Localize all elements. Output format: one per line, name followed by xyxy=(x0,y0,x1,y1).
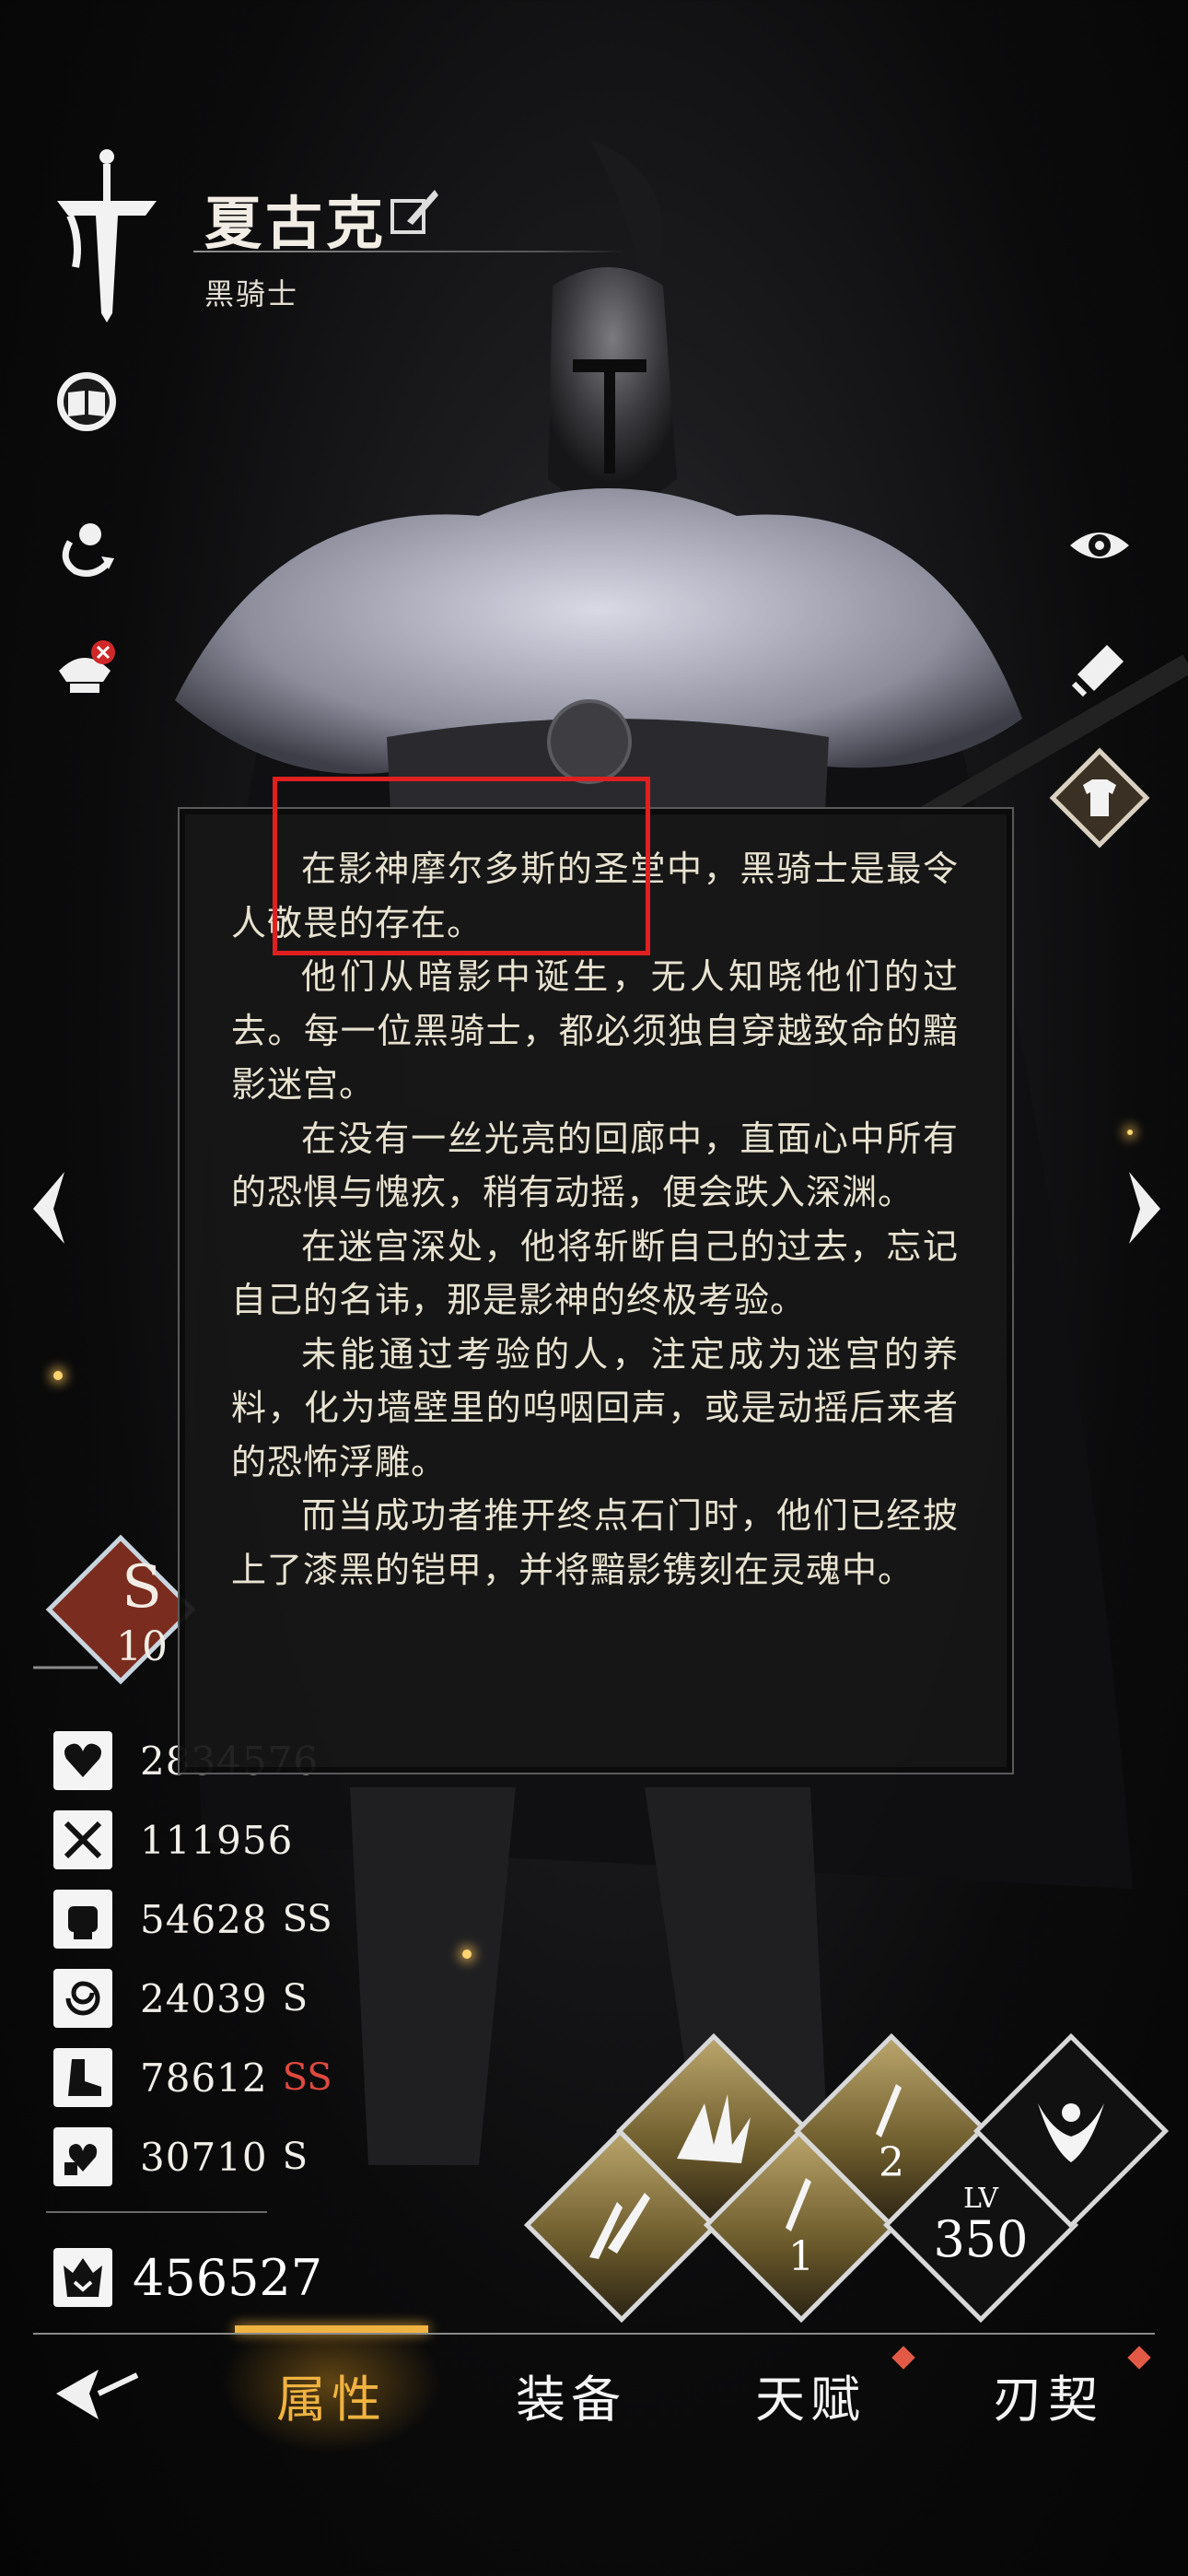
stat-value: 54628 xyxy=(140,1896,268,1942)
back-button[interactable] xyxy=(37,2335,157,2454)
stat-row-agility: 24039 S xyxy=(53,1966,308,2031)
lore-paragraph: 他们从暗影中诞生，无人知晓他们的过去。每一位黑骑士，都必须独自穿越致命的黯影迷宫… xyxy=(231,956,959,1105)
sword-skill-icon xyxy=(876,2084,902,2137)
tab-equipment[interactable]: 装备 xyxy=(460,2335,681,2454)
rank-number: 10 xyxy=(116,1623,168,1670)
outfit-diamond-icon[interactable] xyxy=(1044,743,1155,853)
rotate-pose-icon[interactable] xyxy=(53,514,120,580)
spark-particle xyxy=(1127,1130,1133,1135)
sword-skill-icon xyxy=(786,2178,811,2231)
next-hero-arrow-icon[interactable] xyxy=(1116,1166,1171,1249)
stat-value: 78612 xyxy=(140,2055,268,2101)
annotation-highlight-box xyxy=(273,777,650,955)
combat-power: 456527 xyxy=(53,2248,322,2307)
edit-name-icon[interactable] xyxy=(389,184,440,236)
stat-grade: SS xyxy=(282,2056,332,2099)
skill-1-label: 1 xyxy=(788,2233,814,2280)
stat-row-vitality: 30710 S xyxy=(53,2125,308,2189)
lore-paragraph: 未能通过考验的人，注定成为迷宫的养料，化为墙壁里的呜咽回声，或是动摇后来者的恐怖… xyxy=(231,1333,959,1482)
hero-name: 夏古克 xyxy=(204,190,388,257)
skin-card-icon[interactable] xyxy=(1065,638,1131,704)
back-arrow-icon xyxy=(56,2370,139,2419)
hero-class-title: 黑骑士 xyxy=(204,276,299,311)
combat-power-icon xyxy=(53,2248,112,2307)
stat-row-speed: 78612 SS xyxy=(53,2045,332,2110)
eye-icon[interactable] xyxy=(1066,512,1133,579)
class-sword-emblem-icon xyxy=(57,149,157,322)
shadow-faction-icon xyxy=(1038,2103,1104,2162)
heart-hand-icon xyxy=(53,2127,112,2186)
previous-hero-arrow-icon[interactable] xyxy=(22,1166,77,1249)
stat-value: 111956 xyxy=(140,1817,294,1863)
book-icon[interactable] xyxy=(53,369,120,435)
crossed-swords-icon xyxy=(53,1810,112,1869)
stat-grade: S xyxy=(282,2136,309,2178)
boot-icon xyxy=(53,2048,112,2107)
name-divider xyxy=(193,251,626,252)
stat-row-strength: 54628 SS xyxy=(53,1887,332,1951)
stat-grade: SS xyxy=(282,1898,332,1940)
spark-particle xyxy=(462,1950,472,1959)
swirl-icon xyxy=(53,1969,112,2028)
active-tab-indicator xyxy=(235,2325,428,2333)
tab-attributes[interactable]: 属性 xyxy=(221,2335,442,2454)
stat-row-attack: 111956 xyxy=(53,1808,293,1872)
stat-value: 24039 xyxy=(140,1975,268,2021)
lore-paragraph: 在迷宫深处，他将斩断自己的过去，忘记自己的名讳，那是影神的终极考验。 xyxy=(231,1225,959,1321)
rank-letter: S xyxy=(122,1553,162,1622)
stat-value: 30710 xyxy=(140,2134,268,2180)
bottom-nav: 属性 装备 天赋 刃契 xyxy=(0,2335,1188,2454)
stat-grade: S xyxy=(282,1977,309,2020)
hide-helmet-icon[interactable] xyxy=(52,636,118,702)
spark-particle xyxy=(53,1371,63,1380)
stats-divider xyxy=(46,2211,267,2213)
fist-icon xyxy=(53,1890,112,1949)
lore-paragraph: 在没有一丝光亮的回廊中，直面心中所有的恐惧与愧疚，稍有动摇，便会跌入深渊。 xyxy=(231,1118,959,1213)
tab-talent[interactable]: 天赋 xyxy=(700,2335,921,2454)
skill-2-label: 2 xyxy=(879,2139,904,2186)
hero-name-block: 夏古克 黑骑士 xyxy=(204,177,387,313)
lore-paragraph: 而当成功者推开终点石门时，他们已经披上了漆黑的铠甲，并将黯影镌刻在灵魂中。 xyxy=(231,1495,959,1590)
combat-power-value: 456527 xyxy=(133,2248,323,2307)
tab-blade-pact[interactable]: 刃契 xyxy=(938,2335,1159,2454)
heart-icon xyxy=(53,1731,112,1790)
level-value: 350 xyxy=(933,2210,1029,2268)
